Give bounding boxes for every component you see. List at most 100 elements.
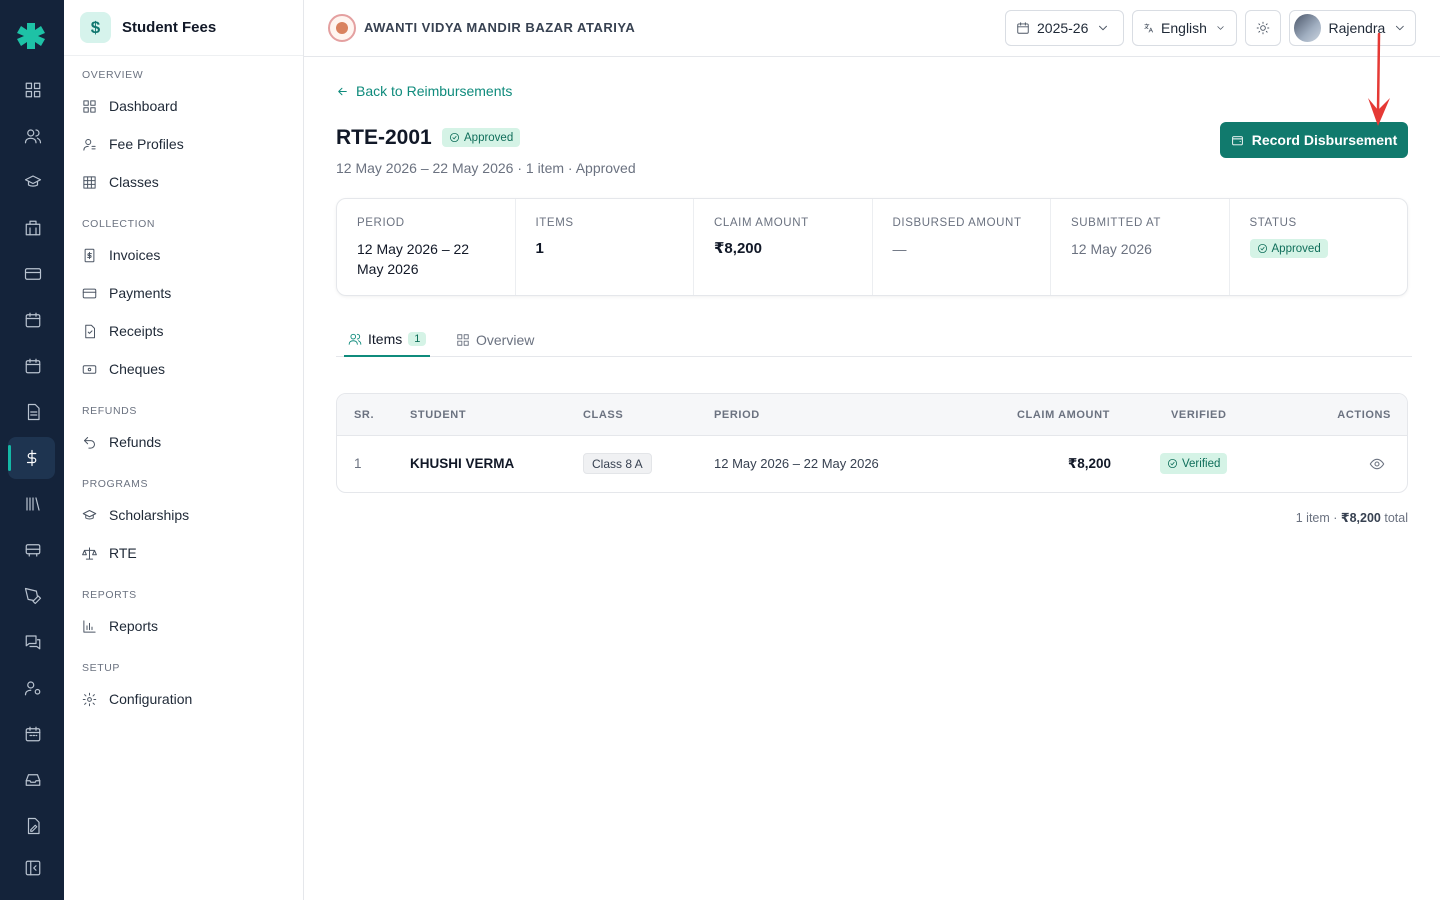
sidebar-item-label: Configuration: [109, 691, 193, 707]
language-value: English: [1161, 20, 1207, 36]
cell-student[interactable]: KHUSHI VERMA: [410, 456, 514, 471]
calendar-icon: [1017, 22, 1029, 34]
column-header-verified: VERIFIED: [1171, 409, 1227, 421]
users-icon: [348, 333, 362, 345]
summary-value: 12 May 2026 – 22 May 2026: [357, 241, 470, 277]
invoice-icon: [84, 248, 95, 262]
summary-items: ITEMS 1: [516, 199, 694, 295]
user-settings-icon[interactable]: [22, 677, 44, 699]
document-icon[interactable]: [22, 401, 44, 423]
user-menu-button[interactable]: Rajendra: [1289, 10, 1416, 46]
tab-items[interactable]: Items 1: [344, 323, 431, 357]
status-badge-label: Approved: [1271, 242, 1321, 255]
back-link[interactable]: Back to Reimbursements: [336, 83, 512, 99]
sidebar-item-label: Cheques: [109, 361, 166, 377]
building-icon[interactable]: [22, 217, 44, 239]
summary-label: SUBMITTED AT: [1071, 217, 1162, 229]
table-row[interactable]: 1 KHUSHI VERMA Class 8 A 12 May 2026 – 2…: [337, 436, 1407, 492]
grid-icon: [457, 334, 469, 346]
bus-icon[interactable]: [22, 539, 44, 561]
calendar-icon[interactable]: [22, 309, 44, 331]
tab-overview[interactable]: Overview: [452, 323, 538, 357]
summary-label: DISBURSED AMOUNT: [892, 217, 1022, 229]
record-disbursement-label: Record Disbursement: [1251, 132, 1398, 148]
sidebar-item-label: Reports: [109, 618, 159, 634]
pen-tool-icon[interactable]: [22, 585, 44, 607]
page-title: RTE-2001: [336, 126, 432, 149]
sidebar-item-payments[interactable]: Payments: [82, 278, 292, 308]
sidebar-item-configuration[interactable]: Configuration: [82, 684, 292, 714]
table-footer-summary: 1 item · ₹8,200 total: [1296, 510, 1408, 525]
collapse-sidebar-icon[interactable]: [22, 857, 44, 879]
library-icon[interactable]: [22, 493, 44, 515]
sidebar-item-label: Receipts: [109, 323, 164, 339]
user-icon: [83, 138, 96, 151]
column-header-claim-amount: CLAIM AMOUNT: [1017, 409, 1110, 421]
wallet-icon: [1231, 135, 1243, 145]
summary-value: ₹8,200: [714, 240, 762, 257]
academic-year-value: 2025-26: [1037, 20, 1089, 36]
card-icon: [82, 288, 97, 298]
graduation-cap-icon[interactable]: [22, 171, 44, 193]
sidebar: $ Student Fees OVERVIEW Dashboard Fee Pr…: [64, 0, 304, 900]
sidebar-title: Student Fees: [122, 19, 217, 36]
tab-label: Items: [368, 331, 403, 347]
chevron-down-icon: [1217, 26, 1224, 30]
column-header-actions: ACTIONS: [1337, 409, 1391, 421]
tab-count-badge: 1: [408, 332, 427, 346]
section-setup: SETUP: [82, 662, 121, 674]
sidebar-item-scholarships[interactable]: Scholarships: [82, 500, 292, 530]
bar-chart-icon: [83, 619, 96, 633]
user-name: Rajendra: [1328, 20, 1386, 36]
cell-class: Class 8 A: [583, 453, 652, 474]
sidebar-item-label: RTE: [109, 545, 137, 561]
sidebar-item-rte[interactable]: RTE: [82, 538, 292, 568]
tabs: Items 1 Overview: [336, 315, 1412, 357]
sidebar-item-refunds[interactable]: Refunds: [82, 427, 292, 457]
academic-year-select[interactable]: 2025-26: [1005, 10, 1124, 46]
sidebar-item-cheques[interactable]: Cheques: [82, 354, 292, 384]
footer-count: 1 item ·: [1295, 511, 1341, 525]
summary-submitted-at: SUBMITTED AT 12 May 2026: [1051, 199, 1230, 295]
summary-status: STATUS Approved: [1230, 199, 1408, 295]
language-select[interactable]: English: [1132, 10, 1237, 46]
card-icon[interactable]: [22, 263, 44, 285]
messages-icon[interactable]: [22, 631, 44, 653]
sidebar-item-dashboard[interactable]: Dashboard: [82, 91, 292, 121]
chevron-down-icon: [1099, 25, 1108, 31]
grid-icon[interactable]: [22, 79, 44, 101]
verified-badge: Verified: [1160, 453, 1228, 474]
inbox-icon[interactable]: [22, 769, 44, 791]
dollar-icon[interactable]: [8, 437, 55, 479]
theme-toggle-button[interactable]: [1245, 10, 1281, 46]
chevron-down-icon: [1396, 25, 1405, 31]
column-header-student: STUDENT: [410, 409, 467, 421]
sidebar-item-receipts[interactable]: Receipts: [82, 316, 292, 346]
section-programs: PROGRAMS: [82, 478, 149, 490]
column-header-period: PERIOD: [714, 409, 760, 421]
file-edit-icon[interactable]: [22, 815, 44, 837]
sidebar-item-reports[interactable]: Reports: [82, 611, 292, 641]
cheque-icon: [82, 364, 97, 374]
app-rail: [0, 0, 64, 900]
avatar: [1294, 14, 1322, 42]
sidebar-item-classes[interactable]: Classes: [82, 167, 292, 197]
sidebar-item-label: Fee Profiles: [109, 136, 184, 152]
dollar-icon: $: [80, 12, 111, 43]
school-name: AWANTI VIDYA MANDIR BAZAR ATARIYA: [364, 20, 636, 35]
sidebar-item-invoices[interactable]: Invoices: [82, 240, 292, 270]
summary-label: STATUS: [1249, 217, 1297, 229]
check-circle-icon: [1257, 243, 1267, 254]
summary-label: PERIOD: [357, 217, 405, 229]
users-icon[interactable]: [22, 125, 44, 147]
record-disbursement-button[interactable]: Record Disbursement: [1220, 122, 1408, 158]
summary-period: PERIOD 12 May 2026 – 22 May 2026: [337, 199, 516, 295]
sidebar-item-label: Dashboard: [109, 98, 178, 114]
sidebar-item-label: Payments: [109, 285, 172, 301]
summary-label: ITEMS: [535, 217, 574, 229]
view-icon[interactable]: [1369, 456, 1385, 472]
sidebar-item-fee-profiles[interactable]: Fee Profiles: [82, 129, 292, 159]
schedule-icon[interactable]: [22, 723, 44, 745]
calendar-alt-icon[interactable]: [22, 355, 44, 377]
app-logo-icon[interactable]: [16, 20, 46, 50]
